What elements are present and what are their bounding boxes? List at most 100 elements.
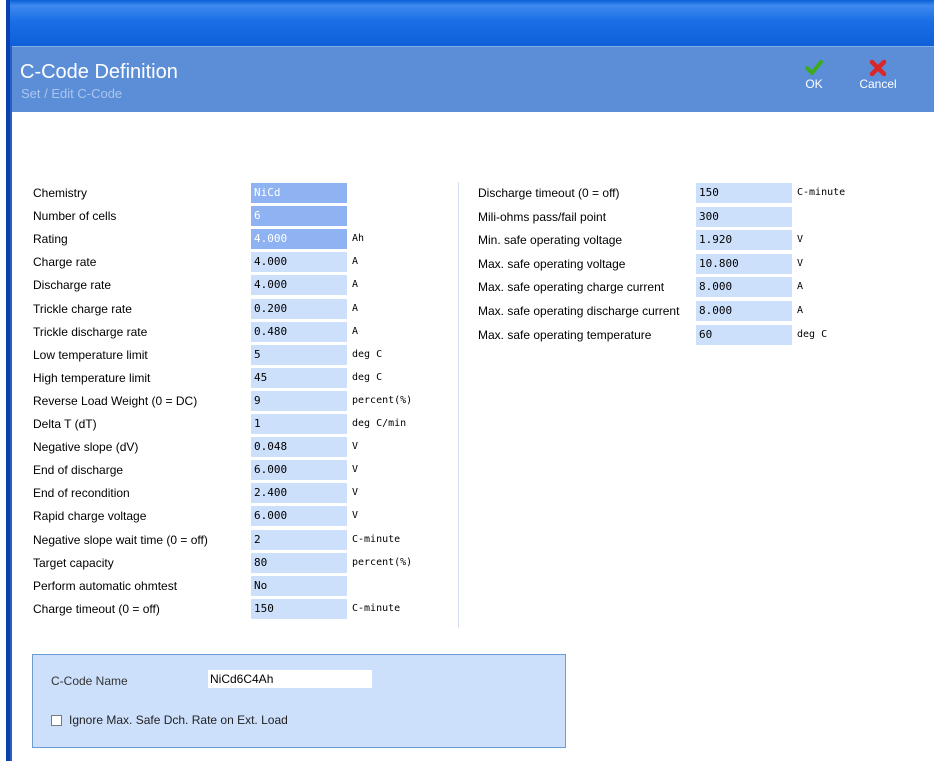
field-label: Chemistry (33, 186, 88, 200)
field-value-input[interactable]: 2 (251, 529, 347, 550)
close-icon (869, 59, 887, 77)
field-label: Perform automatic ohmtest (33, 578, 178, 593)
field-unit: C-minute (352, 533, 401, 545)
field-row: Number of cells 6 (33, 206, 452, 229)
field-label: Delta T (dT) (33, 417, 97, 431)
field-value-input[interactable]: No (251, 575, 347, 596)
field-label: High temperature limit (33, 370, 151, 385)
field-row: Mili-ohms pass/fail point 300 (478, 206, 897, 230)
field-unit: V (797, 234, 804, 246)
field-label: End of discharge (33, 463, 124, 478)
field-value-input[interactable]: 4.000 (251, 229, 347, 250)
field-row: Low temperature limit 5 deg C (33, 344, 452, 368)
field-value-input[interactable]: 5 (251, 344, 347, 365)
cancel-label: Cancel (859, 77, 897, 91)
field-unit: V (352, 464, 359, 476)
field-row: Max. safe operating temperature 60 deg C (478, 324, 897, 348)
field-value-input[interactable]: 6.000 (251, 460, 347, 481)
field-unit: deg C (352, 371, 383, 383)
field-unit: Ah (352, 233, 365, 245)
field-unit: A (352, 325, 359, 337)
field-row: Negative slope (dV) 0.048 V (33, 437, 452, 460)
field-value-input[interactable]: 8.000 (696, 277, 792, 298)
field-label: Negative slope wait time (0 = off) (33, 532, 208, 547)
field-row: Max. safe operating charge current 8.000 A (478, 277, 897, 300)
field-label: Charge rate (33, 255, 97, 270)
field-value-input[interactable]: 8.000 (696, 301, 792, 321)
field-row: End of discharge 6.000 V (33, 460, 452, 483)
field-unit: deg C/min (352, 418, 407, 429)
field-value-input[interactable]: 300 (696, 206, 792, 227)
ok-button[interactable]: OK (799, 59, 829, 91)
field-value-input[interactable]: 60 (696, 324, 792, 345)
field-row: Discharge rate 4.000 A (33, 275, 452, 298)
field-row: Min. safe operating voltage 1.920 V (478, 230, 897, 253)
field-label: Reverse Load Weight (0 = DC) (33, 393, 198, 408)
field-label: Max. safe operating discharge current (478, 304, 680, 318)
field-label: Rating (33, 232, 68, 247)
field-label: Rapid charge voltage (33, 509, 147, 524)
field-unit: A (797, 281, 804, 293)
window-inner-border (10, 46, 12, 761)
field-unit: deg C (797, 328, 828, 340)
field-value-input[interactable]: NiCd (251, 183, 347, 203)
field-label: Max. safe operating charge current (478, 280, 665, 295)
field-unit: V (352, 441, 359, 453)
field-label: End of recondition (33, 486, 130, 501)
field-value-input[interactable]: 0.048 (251, 437, 347, 458)
field-value-input[interactable]: 150 (251, 598, 347, 619)
field-row: High temperature limit 45 deg C (33, 367, 452, 391)
dialog-title: C-Code Definition (20, 61, 178, 83)
field-value-input[interactable]: 2.400 (251, 483, 347, 504)
field-unit: C-minute (352, 602, 401, 614)
field-label: Trickle discharge rate (33, 324, 148, 339)
field-row: Delta T (dT) 1 deg C/min (33, 414, 452, 437)
field-value-input[interactable]: 1.920 (696, 230, 792, 251)
field-unit: A (352, 279, 359, 291)
field-value-input[interactable]: 1 (251, 414, 347, 434)
window-title-bar[interactable] (10, 0, 934, 46)
field-label: Discharge rate (33, 278, 112, 293)
field-value-input[interactable]: 9 (251, 390, 347, 411)
field-unit: A (352, 256, 359, 268)
field-row: Max. safe operating discharge current 8.0… (478, 301, 897, 324)
field-label: Target capacity (33, 555, 114, 570)
field-unit: percent(%) (352, 394, 413, 406)
ignore-max-safe-checkbox[interactable] (51, 715, 62, 726)
field-value-input[interactable]: 0.200 (251, 298, 347, 319)
cancel-button[interactable]: Cancel (855, 59, 901, 91)
field-label: Trickle charge rate (33, 301, 132, 316)
field-label: Negative slope (dV) (33, 440, 139, 455)
field-row: Max. safe operating voltage 10.800 V (478, 253, 897, 277)
field-row: Perform automatic ohmtest No (33, 575, 452, 599)
field-value-input[interactable]: 150 (696, 183, 792, 203)
field-unit: V (352, 510, 359, 522)
field-label: Discharge timeout (0 = off) (478, 186, 620, 200)
ignore-max-safe-label: Ignore Max. Safe Dch. Rate on Ext. Load (69, 713, 288, 727)
field-row: Discharge timeout (0 = off) 150 C-minute (478, 183, 897, 206)
field-row: Target capacity 80 percent(%) (33, 552, 452, 576)
field-row: Reverse Load Weight (0 = DC) 9 percent(%) (33, 390, 452, 414)
field-value-input[interactable]: 6.000 (251, 506, 347, 527)
field-label: Max. safe operating temperature (478, 327, 652, 342)
field-value-input[interactable]: 10.800 (696, 253, 792, 274)
field-row: Rating 4.000 Ah (33, 229, 452, 252)
field-value-input[interactable]: 45 (251, 367, 347, 388)
field-unit: deg C (352, 348, 383, 360)
field-value-input[interactable]: 4.000 (251, 252, 347, 273)
dialog-header: C-Code Definition Set / Edit C-Code OK C… (12, 46, 934, 112)
field-value-input[interactable]: 80 (251, 552, 347, 573)
field-label: Number of cells (33, 209, 117, 224)
field-value-input[interactable]: 0.480 (251, 321, 347, 342)
field-value-input[interactable]: 4.000 (251, 275, 347, 296)
c-code-name-input[interactable] (208, 670, 372, 688)
field-label: Min. safe operating voltage (478, 233, 623, 248)
field-row: Trickle discharge rate 0.480 A (33, 321, 452, 345)
field-value-input[interactable]: 6 (251, 206, 347, 227)
field-row: End of recondition 2.400 V (33, 483, 452, 506)
field-label: Charge timeout (0 = off) (33, 601, 160, 616)
field-row: Negative slope wait time (0 = off) 2 C-min… (33, 529, 452, 553)
field-unit: V (797, 257, 804, 269)
field-row: Charge timeout (0 = off) 150 C-minute (33, 598, 452, 622)
checkmark-icon (805, 60, 823, 75)
